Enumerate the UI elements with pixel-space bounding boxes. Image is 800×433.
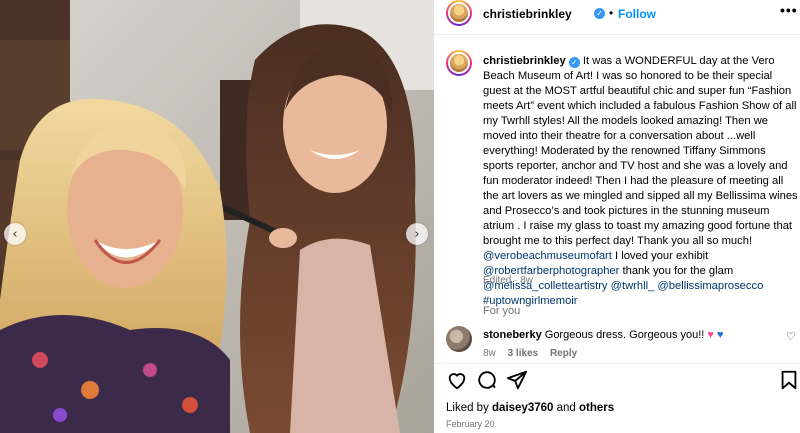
blue-heart-emoji-icon: ♥ xyxy=(717,329,724,341)
header-separator: • xyxy=(609,6,614,20)
next-image-button[interactable]: › xyxy=(406,223,428,245)
follow-button[interactable]: Follow xyxy=(618,7,656,21)
actions-divider xyxy=(434,363,800,364)
liked-by-user[interactable]: daisey3760 xyxy=(492,402,553,414)
header-divider xyxy=(434,34,800,35)
comment-text: Gorgeous dress. Gorgeous you!! xyxy=(541,329,708,341)
comment-bubble-icon[interactable] xyxy=(476,369,498,391)
verified-badge-icon: ✓ xyxy=(594,8,605,19)
caption-exhibit-text: I loved your exhibit xyxy=(611,250,709,262)
action-bar xyxy=(434,368,800,392)
for-you-label: For you xyxy=(483,305,521,317)
author-username[interactable]: christiebrinkley xyxy=(483,7,572,21)
caption-verified-badge-icon: ✓ xyxy=(568,57,580,68)
share-paper-plane-icon[interactable] xyxy=(506,369,528,391)
liked-by-others[interactable]: others xyxy=(579,402,614,414)
mention-bellissimaprosecco[interactable]: @bellissimaprosecco xyxy=(657,280,763,292)
caption-text: It was a WONDERFUL day at the Vero Beach… xyxy=(483,55,798,247)
mention-verobeachmuseumofart[interactable]: @verobeachmuseumofart xyxy=(483,250,612,262)
pink-heart-emoji-icon: ♥ xyxy=(707,329,714,341)
photo-illustration xyxy=(0,0,434,433)
chevron-left-icon: ‹ xyxy=(12,226,18,242)
commenter-username[interactable]: stoneberky xyxy=(483,329,542,341)
chevron-right-icon: › xyxy=(414,226,420,242)
author-avatar[interactable] xyxy=(446,0,472,26)
post-header: christiebrinkley ✓ • Follow ••• xyxy=(434,0,800,26)
more-options-icon[interactable]: ••• xyxy=(780,2,798,18)
caption-username[interactable]: christiebrinkley xyxy=(483,55,566,67)
liked-by-and: and xyxy=(553,402,579,414)
previous-image-button[interactable]: ‹ xyxy=(4,223,26,245)
comment-like-icon[interactable]: ♡ xyxy=(786,330,796,343)
post-photo: ‹ › xyxy=(0,0,434,433)
comment-meta: 8w 3 likes Reply xyxy=(483,348,586,359)
comment-likes-count[interactable]: 3 likes xyxy=(508,348,539,359)
liked-by-prefix: Liked by xyxy=(446,402,493,414)
edited-timestamp: Edited · 8w xyxy=(483,275,534,286)
post-caption: christiebrinkley ✓ It was a WONDERFUL da… xyxy=(483,54,798,309)
mention-twrhll[interactable]: @twrhll_ xyxy=(611,280,655,292)
commenter-avatar[interactable] xyxy=(446,326,472,352)
likes-summary: Liked by daisey3760 and others xyxy=(446,402,614,414)
comment-reply-button[interactable]: Reply xyxy=(550,348,577,359)
post-sidebar: christiebrinkley ✓ • Follow ••• christie… xyxy=(434,0,800,433)
instagram-post: ‹ › christiebrinkley ✓ • Follow ••• chri… xyxy=(0,0,800,433)
save-bookmark-icon[interactable] xyxy=(778,369,800,391)
post-date: February 20 xyxy=(446,419,495,429)
caption-glam-text: thank you for the glam xyxy=(619,265,734,277)
comment: stoneberky Gorgeous dress. Gorgeous you!… xyxy=(483,329,783,341)
comment-age: 8w xyxy=(483,348,496,359)
like-heart-icon[interactable] xyxy=(446,369,468,391)
caption-author-avatar[interactable] xyxy=(446,50,472,76)
